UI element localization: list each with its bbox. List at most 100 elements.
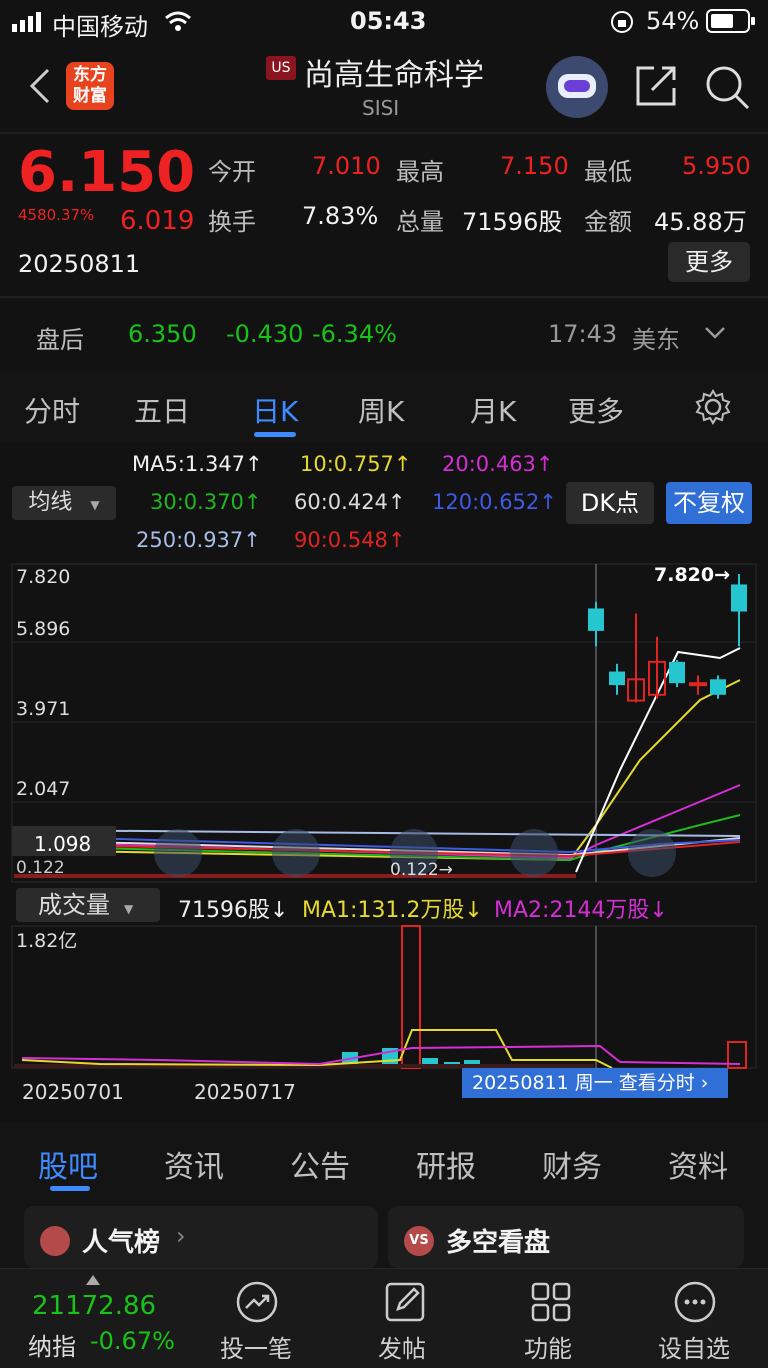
candle-series — [588, 574, 747, 703]
stock-name: 尚高生命科学 — [304, 58, 484, 93]
candle-body — [731, 584, 747, 612]
nav-features[interactable]: 功能 — [516, 1277, 586, 1363]
candle-body — [710, 679, 726, 695]
caret-up-icon — [86, 1275, 100, 1285]
signal-icon — [12, 12, 41, 32]
volume-label: 总量 — [396, 208, 444, 236]
volume-indicator-dropdown[interactable]: 成交量 ▼ — [16, 888, 160, 922]
no-adjust-button[interactable]: 不复权 — [666, 482, 752, 524]
index-value[interactable]: 21172.86 — [32, 1291, 156, 1321]
low-value: 5.950 — [682, 152, 751, 180]
ma20-value: 20:0.463↑ — [442, 452, 554, 476]
tab-announcements[interactable]: 公告 — [290, 1142, 350, 1186]
amount-value: 45.88万 — [654, 208, 747, 236]
trend-circle-icon — [236, 1281, 278, 1323]
date-tooltip-label: 20250811 周一 查看分时 — [472, 1072, 695, 1094]
date-tooltip-button[interactable]: 20250811 周一 查看分时 › — [462, 1068, 728, 1098]
nav-trade[interactable]: 投一笔 — [214, 1277, 300, 1363]
share-icon[interactable] — [634, 64, 678, 108]
y-axis-label-4: 2.047 — [16, 778, 71, 800]
chevron-right-icon: › — [700, 1072, 709, 1094]
after-hours-zone: 美东 — [632, 326, 680, 354]
clock: 05:43 — [350, 7, 427, 35]
search-icon[interactable] — [704, 64, 750, 110]
index-pct: -0.67% — [90, 1327, 175, 1355]
after-hours-time: 17:43 — [548, 320, 618, 348]
volume-dropdown-label: 成交量 — [38, 891, 110, 919]
x-axis-date-2: 20250717 — [194, 1080, 296, 1104]
grid-icon — [531, 1282, 571, 1322]
ma-dropdown[interactable]: 均线 ▼ — [12, 486, 116, 520]
assistant-avatar-icon[interactable] — [546, 56, 608, 118]
chevron-down-icon[interactable] — [704, 326, 726, 340]
edit-icon — [385, 1282, 425, 1322]
nav-features-label: 功能 — [524, 1335, 572, 1363]
change-value: 6.019 — [120, 206, 195, 236]
tab-research[interactable]: 研报 — [416, 1142, 476, 1186]
status-bar: 中国移动 05:43 54% — [0, 0, 768, 44]
min-price-marker: 0.122→ — [390, 860, 453, 880]
back-icon[interactable] — [26, 66, 54, 106]
tab-five-day[interactable]: 五日 — [134, 390, 190, 430]
battery-percent: 54% — [646, 7, 700, 35]
ma30-value: 30:0.370↑ — [150, 490, 262, 514]
index-name: 纳指 — [28, 1333, 76, 1361]
volume-value: 71596股↓ — [178, 898, 289, 923]
after-hours-label: 盘后 — [36, 326, 84, 354]
quote-date: 20250811 — [18, 250, 141, 278]
more-dots-icon — [674, 1281, 716, 1323]
long-short-card[interactable]: VS 多空看盘 — [388, 1206, 744, 1268]
zoom-out-icon[interactable] — [154, 829, 202, 877]
popularity-card[interactable]: 人气榜 › — [24, 1206, 378, 1268]
turnover-value: 7.83% — [302, 202, 379, 230]
active-tab-indicator — [254, 432, 296, 437]
popularity-card-title: 人气榜 — [82, 1228, 161, 1258]
ma120-value: 120:0.652↑ — [432, 490, 557, 514]
tab-financials[interactable]: 财务 — [542, 1142, 602, 1186]
ma90-value: 90:0.548↑ — [294, 528, 406, 552]
high-value: 7.150 — [500, 152, 569, 180]
more-quote-button[interactable]: 更多 — [668, 242, 750, 282]
volume-frame — [11, 925, 757, 1069]
candle-body — [609, 671, 625, 686]
market-badge: US — [266, 56, 296, 80]
chart-settings-gear-icon[interactable] — [694, 388, 732, 426]
stock-ticker: SISI — [362, 96, 400, 120]
tab-profile[interactable]: 资料 — [668, 1142, 728, 1186]
long-short-card-title: 多空看盘 — [446, 1228, 551, 1258]
high-label: 最高 — [396, 158, 444, 186]
tab-weekly-k[interactable]: 周K — [358, 390, 404, 430]
volume-chart[interactable] — [0, 924, 768, 1070]
chevron-right-icon: › — [176, 1222, 186, 1250]
scroll-right-icon[interactable] — [510, 829, 558, 877]
bottom-bar: 21172.86 纳指 -0.67% 投一笔 发帖 功能 设自选 — [0, 1268, 768, 1368]
nav-post-label: 发帖 — [378, 1335, 426, 1363]
tab-intraday[interactable]: 分时 — [24, 390, 80, 430]
nav-post[interactable]: 发帖 — [370, 1277, 440, 1363]
volume-max-label: 1.82亿 — [16, 930, 78, 952]
volume-bars — [14, 925, 747, 1069]
tab-monthly-k[interactable]: 月K — [470, 390, 516, 430]
divider — [0, 132, 768, 134]
open-value: 7.010 — [312, 152, 381, 180]
divider — [0, 296, 768, 298]
tab-daily-k[interactable]: 日K — [252, 390, 298, 430]
nav-add-watchlist[interactable]: 设自选 — [652, 1277, 738, 1363]
fullscreen-icon[interactable] — [628, 829, 676, 877]
tab-news[interactable]: 资讯 — [164, 1142, 224, 1186]
kline-chart[interactable] — [0, 560, 768, 885]
open-label: 今开 — [208, 158, 256, 186]
tab-more[interactable]: 更多 — [568, 390, 624, 430]
max-price-marker: 7.820→ — [654, 564, 731, 586]
amount-label: 金额 — [584, 208, 632, 236]
zoom-in-icon[interactable] — [272, 829, 320, 877]
rotation-lock-icon — [611, 11, 633, 33]
after-hours-price: 6.350 — [128, 320, 197, 348]
ma-lines — [13, 647, 741, 873]
tab-forum[interactable]: 股吧 — [38, 1142, 98, 1186]
y-axis-label-2: 5.896 — [16, 618, 71, 640]
dk-point-button[interactable]: DK点 — [566, 482, 654, 524]
chart-bar-icon — [40, 1226, 70, 1256]
section-tab-indicator — [50, 1186, 90, 1191]
low-label: 最低 — [584, 158, 632, 186]
